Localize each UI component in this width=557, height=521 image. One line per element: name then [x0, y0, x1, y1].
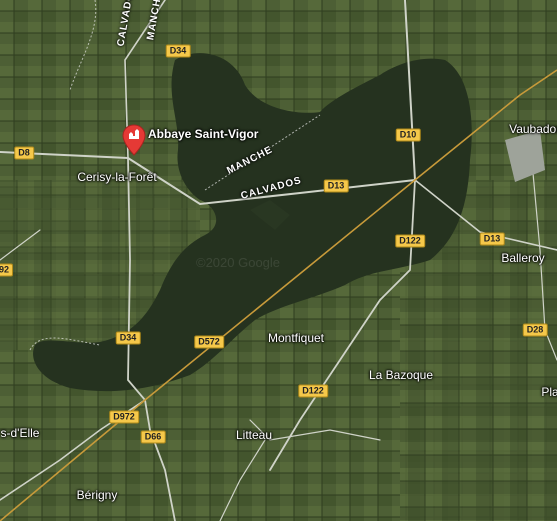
road-shield-d34: D34: [165, 44, 191, 58]
place-label-cerisy[interactable]: Cerisy-la-Forêt: [77, 170, 156, 184]
road-shield-d972: D972: [109, 410, 139, 424]
place-label-balleroy[interactable]: Balleroy: [501, 251, 544, 265]
road-shield-d122-north: D122: [395, 234, 425, 248]
place-label-litteau[interactable]: Litteau: [236, 428, 272, 442]
road-shield-d122-south: D122: [298, 384, 328, 398]
place-label-pla[interactable]: Pla: [541, 385, 557, 399]
poi-abbaye-saint-vigor[interactable]: Abbaye Saint-Vigor: [122, 124, 258, 156]
place-label-montfiquet[interactable]: Montfiquet: [268, 331, 324, 345]
road-shield-d34-south: D34: [115, 331, 141, 345]
place-label-vaubadon[interactable]: Vaubadon: [509, 122, 557, 136]
road-shield-d8: D8: [14, 146, 34, 160]
place-label-la-bazoque[interactable]: La Bazoque: [369, 368, 433, 382]
poi-label[interactable]: Abbaye Saint-Vigor: [148, 127, 258, 141]
google-watermark: ©2020 Google: [196, 255, 281, 270]
road-shield-d572: D572: [194, 335, 224, 349]
road-shield-d13-east: D13: [479, 232, 505, 246]
road-shield-92: 92: [0, 263, 14, 277]
place-label-berigny[interactable]: Bérigny: [77, 488, 118, 502]
place-label-elle[interactable]: s-d'Elle: [1, 426, 40, 440]
road-shield-d28: D28: [522, 323, 548, 337]
abbey-pin-icon[interactable]: [122, 124, 146, 156]
road-shield-d66: D66: [140, 430, 166, 444]
road-shield-d13: D13: [323, 179, 349, 193]
satellite-map[interactable]: CALVADOS MANCHE MANCHE CALVADOS D34 D8 D…: [0, 0, 557, 521]
road-shield-d10: D10: [395, 128, 421, 142]
